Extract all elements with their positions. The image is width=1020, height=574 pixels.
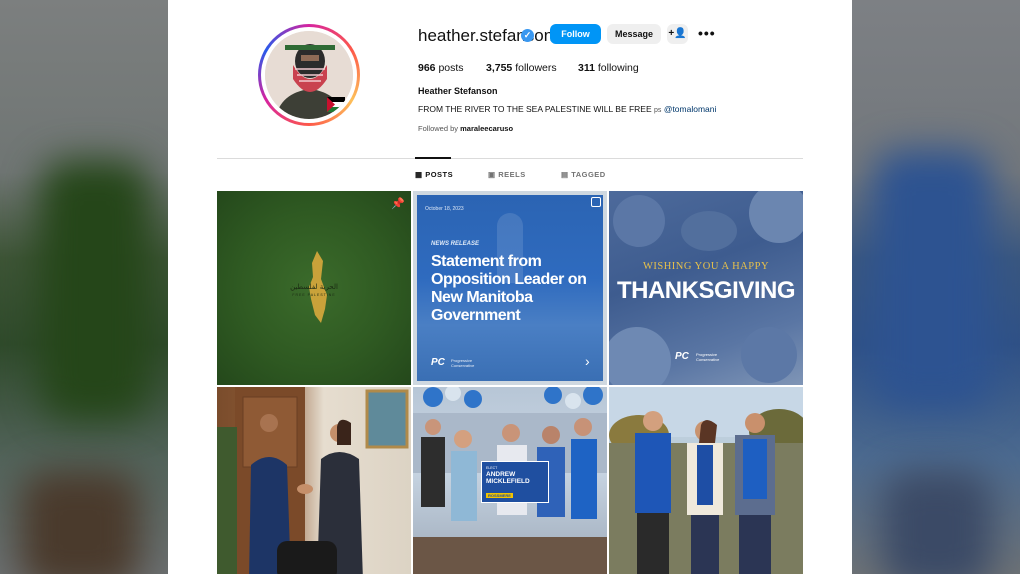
tab-reels[interactable]: ▣ REELS xyxy=(488,170,526,179)
posts-stat: 966 posts xyxy=(418,62,464,74)
posts-count: 966 xyxy=(418,62,436,74)
blur-shape xyxy=(882,470,992,574)
post-3-line2: THANKSGIVING xyxy=(616,277,796,304)
tabs-divider xyxy=(217,158,803,159)
followed-by-user-link[interactable]: maraleecaruso xyxy=(460,124,513,133)
profile-bio: FROM THE RIVER TO THE SEA PALESTINE WILL… xyxy=(418,104,716,114)
outdoor-group-photo xyxy=(609,387,803,574)
following-stat[interactable]: 311 following xyxy=(578,62,639,74)
verified-badge-icon: ✓ xyxy=(521,29,534,42)
post-2-headline: Statement from Opposition Leader on New … xyxy=(431,253,587,324)
background-left-blur xyxy=(0,0,168,574)
pin-icon: 📌 xyxy=(391,198,405,210)
profile-full-name: Heather Stefanson xyxy=(418,86,498,96)
tab-posts[interactable]: ▦ POSTS xyxy=(415,170,453,179)
followers-label: followers xyxy=(515,62,557,74)
posts-label: posts xyxy=(438,62,464,74)
add-user-icon: +👤 xyxy=(668,28,687,39)
post-1-subcaption: FREE PALESTINE xyxy=(292,293,336,297)
handshake-photo xyxy=(217,387,409,574)
pc-logo: PC xyxy=(431,357,445,368)
tab-tagged[interactable]: ▤ TAGGED xyxy=(561,170,606,179)
blur-shape xyxy=(40,160,150,420)
post-thumbnail-3[interactable]: WISHING YOU A HAPPY THANKSGIVING PC Prog… xyxy=(609,191,803,385)
following-label: following xyxy=(597,62,639,74)
background-right-blur xyxy=(852,0,1020,574)
instagram-profile-page: heather.stefanson ✓ Follow Message +👤 ••… xyxy=(168,0,852,574)
blur-shape xyxy=(20,470,140,574)
followers-stat[interactable]: 3,755 followers xyxy=(486,62,557,74)
post-thumbnail-6[interactable] xyxy=(609,387,803,574)
post-thumbnail-4[interactable] xyxy=(217,387,411,574)
following-count: 311 xyxy=(578,62,595,74)
blur-shape xyxy=(872,150,992,410)
followed-by-prefix: Followed by xyxy=(418,124,461,133)
follow-button[interactable]: Follow xyxy=(550,24,601,44)
tab-tagged-label: TAGGED xyxy=(571,170,606,179)
post-thumbnail-2[interactable]: October 18, 2023 NEWS RELEASE Statement … xyxy=(413,191,607,385)
sign-name: ANDREW MICKLEFIELD xyxy=(486,471,530,485)
more-options-icon[interactable]: ••• xyxy=(698,24,715,44)
profile-avatar[interactable] xyxy=(258,24,360,126)
campaign-sign: ELECT ANDREW MICKLEFIELD ROSSMERE xyxy=(481,461,549,503)
pc-logo-text: Progressive Conservative xyxy=(696,352,720,362)
tab-reels-label: REELS xyxy=(498,170,526,179)
message-button[interactable]: Message xyxy=(607,24,661,44)
avatar-illustration xyxy=(265,31,353,119)
suggest-user-button[interactable]: +👤 xyxy=(667,24,688,44)
post-thumbnail-1[interactable]: الحرية لفلسطين FREE PALESTINE 📌 xyxy=(217,191,411,385)
bio-mention-link[interactable]: @tomalomani xyxy=(664,104,717,114)
post-2-date: October 18, 2023 xyxy=(425,206,464,212)
followed-by: Followed by maraleecaruso xyxy=(418,124,513,133)
avatar-image xyxy=(265,31,353,119)
post-2-kicker: NEWS RELEASE xyxy=(431,241,480,247)
avatar-frame xyxy=(261,27,357,123)
post-thumbnail-5[interactable]: ELECT ANDREW MICKLEFIELD ROSSMERE xyxy=(413,387,607,574)
pc-logo: PC xyxy=(675,351,689,362)
tab-posts-label: POSTS xyxy=(425,170,454,179)
pc-logo-text: Progressive Conservative xyxy=(451,358,475,368)
sign-small-text: ELECT xyxy=(486,466,498,470)
grid-icon: ▦ xyxy=(415,170,423,179)
sign-area: ROSSMERE xyxy=(486,493,513,498)
chevron-right-icon: › xyxy=(585,353,590,369)
reels-icon: ▣ xyxy=(488,170,496,179)
carousel-icon xyxy=(591,197,601,207)
tagged-icon: ▤ xyxy=(561,170,569,179)
followers-count: 3,755 xyxy=(486,62,513,74)
post-3-line1: WISHING YOU A HAPPY xyxy=(642,261,770,272)
bio-text: FROM THE RIVER TO THE SEA PALESTINE WILL… xyxy=(418,104,652,114)
active-tab-indicator xyxy=(415,157,451,159)
post-1-caption: الحرية لفلسطين xyxy=(290,283,338,291)
post-2-card: October 18, 2023 NEWS RELEASE Statement … xyxy=(417,195,603,381)
bio-ps: ps xyxy=(654,107,662,114)
